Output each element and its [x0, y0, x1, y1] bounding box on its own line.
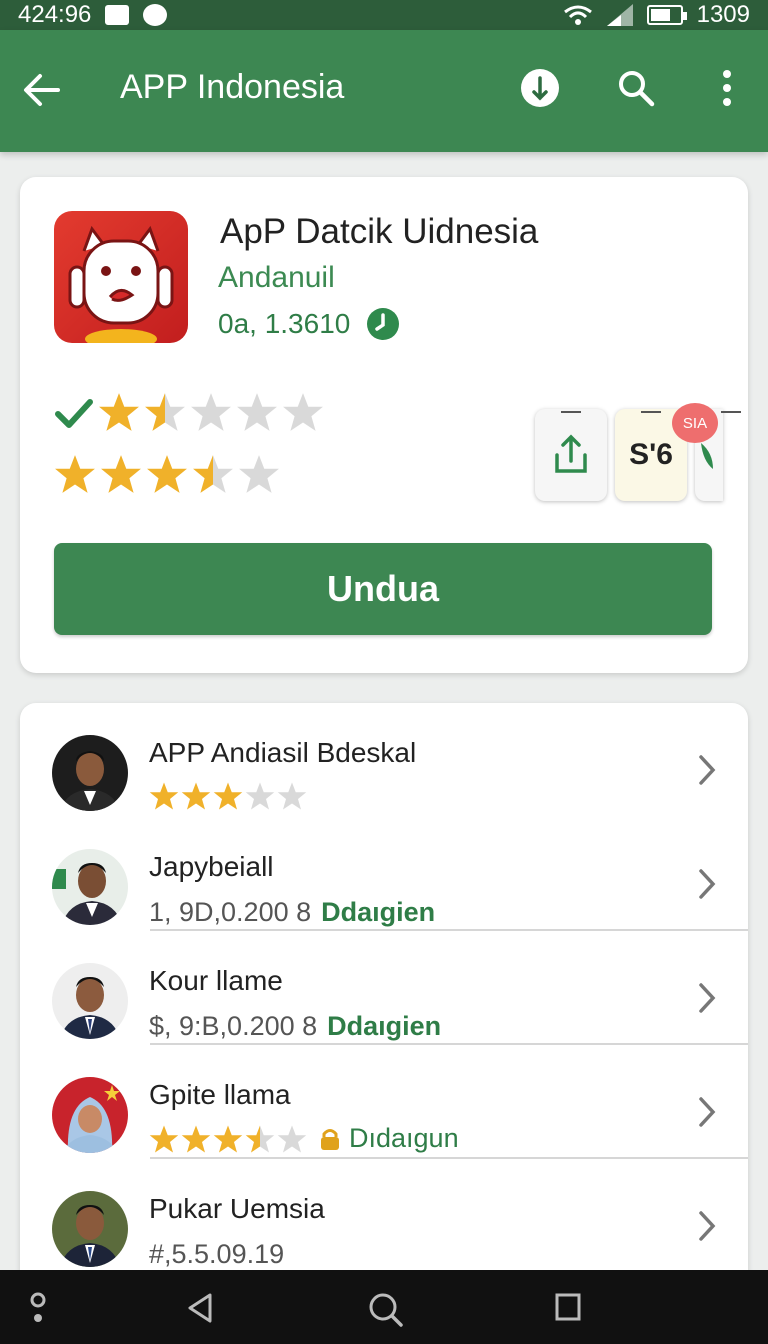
wifi-icon — [563, 5, 592, 25]
star-filled-icon — [181, 1125, 211, 1152]
related-list-card: APP Andiasil Bdeskal Japybeiall 1, 9D,0.… — [20, 703, 748, 1303]
list-item-meta: 1, 9D,0.200 8 — [149, 897, 312, 927]
list-item-title: APP Andiasil Bdeskal — [149, 737, 417, 768]
app-version: 0a, 1.3610 — [218, 308, 351, 339]
avatar — [52, 963, 128, 1039]
app-bar: APP Indonesia — [0, 30, 768, 152]
download-icon[interactable] — [520, 68, 560, 108]
recents-square-icon[interactable] — [554, 1292, 582, 1322]
chevron-right-icon — [699, 869, 716, 899]
chevron-right-icon — [699, 1097, 716, 1127]
home-search-icon[interactable] — [368, 1292, 404, 1328]
list-item-subtitle: $, 9:B,0.200 8 Ddaıgien — [149, 1011, 441, 1042]
list-item[interactable]: Pukar Uemsia #,5.5.09.19 — [20, 1159, 748, 1273]
star-filled-icon — [99, 393, 139, 431]
check-icon — [55, 399, 93, 428]
more-vert-icon[interactable] — [716, 68, 738, 108]
list-item-title: Japybeiall — [149, 851, 274, 882]
list-item-tag: Ddaıgien — [327, 1011, 442, 1041]
star-filled-icon — [181, 782, 211, 810]
install-button[interactable]: Undua — [54, 543, 712, 635]
list-item-rating: Dıdaıgun — [149, 1123, 459, 1154]
chevron-right-icon — [699, 1211, 716, 1241]
app-version-row: 0a, 1.3610 — [218, 307, 400, 341]
lock-badge-icon — [321, 1128, 339, 1150]
star-filled-icon — [147, 455, 187, 493]
list-item-tag: Dıdaıgun — [349, 1123, 459, 1153]
sis-label: S'6 — [629, 438, 673, 471]
star-filled-icon — [213, 1125, 243, 1152]
app-logo-icon — [54, 211, 188, 343]
list-item[interactable]: Japybeiall 1, 9D,0.200 8 Ddaıgien — [20, 817, 748, 931]
app-developer[interactable]: Andanuil — [218, 261, 335, 295]
star-filled-icon — [149, 782, 179, 810]
search-icon[interactable] — [616, 68, 656, 108]
avatar — [52, 1191, 128, 1267]
list-item-rating — [149, 781, 307, 811]
list-item-tag: Ddaıgien — [321, 897, 436, 927]
star-filled-icon — [149, 1125, 179, 1152]
star-empty-icon — [239, 455, 279, 493]
star-empty-icon — [245, 782, 275, 810]
star-rating — [98, 391, 324, 433]
list-item[interactable]: APP Andiasil Bdeskal — [20, 703, 748, 817]
back-triangle-icon[interactable] — [186, 1292, 214, 1324]
star-empty-icon — [191, 393, 231, 431]
list-item-title: Gpite llama — [149, 1079, 291, 1110]
avatar — [52, 1077, 128, 1153]
status-time: 424:96 — [18, 1, 92, 28]
status-right-text: 1309 — [696, 1, 750, 28]
assistant-icon[interactable] — [26, 1292, 50, 1324]
rating-row-secondary — [54, 453, 280, 495]
star-half-icon — [245, 1125, 275, 1152]
system-nav-bar — [0, 1270, 768, 1344]
star-filled-icon — [101, 455, 141, 493]
avatar — [52, 735, 128, 811]
sia-badge: SIA — [672, 403, 718, 443]
chevron-right-icon — [699, 755, 716, 785]
page-title: APP Indonesia — [120, 68, 345, 106]
star-filled-icon — [213, 782, 243, 810]
signal-icon — [606, 4, 633, 26]
notification-icon — [105, 5, 130, 25]
star-empty-icon — [277, 782, 307, 810]
share-icon — [555, 434, 587, 473]
star-empty-icon — [237, 393, 277, 431]
chevron-right-icon — [699, 983, 716, 1013]
star-half-icon — [145, 393, 185, 431]
arrow-left-icon[interactable] — [22, 70, 62, 110]
clock-badge-icon — [367, 308, 400, 340]
star-filled-icon — [55, 455, 95, 493]
list-item-subtitle: 1, 9D,0.200 8 Ddaıgien — [149, 897, 435, 928]
list-item[interactable]: Gpite llama Dıdaıgun — [20, 1045, 748, 1159]
share-tile[interactable] — [535, 409, 607, 501]
avatar — [52, 849, 128, 925]
app-notification-icon — [143, 4, 168, 26]
star-rating-large — [54, 453, 280, 495]
list-item-title: Kour llame — [149, 965, 283, 996]
status-bar: 424:96 1309 — [0, 0, 768, 30]
rating-row-primary — [54, 391, 324, 433]
star-empty-icon — [283, 393, 323, 431]
app-detail-card: ApP Datcik Uidnesia Andanuil 0a, 1.3610 … — [20, 177, 748, 673]
battery-icon — [646, 5, 687, 25]
list-item-subtitle: #,5.5.09.19 — [149, 1239, 284, 1270]
star-half-icon — [193, 455, 233, 493]
app-name: ApP Datcik Uidnesia — [220, 212, 539, 251]
list-item[interactable]: Kour llame $, 9:B,0.200 8 Ddaıgien — [20, 931, 748, 1045]
star-empty-icon — [277, 1125, 307, 1152]
list-item-meta: $, 9:B,0.200 8 — [149, 1011, 318, 1041]
list-item-meta: #,5.5.09.19 — [149, 1239, 285, 1269]
list-item-title: Pukar Uemsia — [149, 1193, 325, 1224]
